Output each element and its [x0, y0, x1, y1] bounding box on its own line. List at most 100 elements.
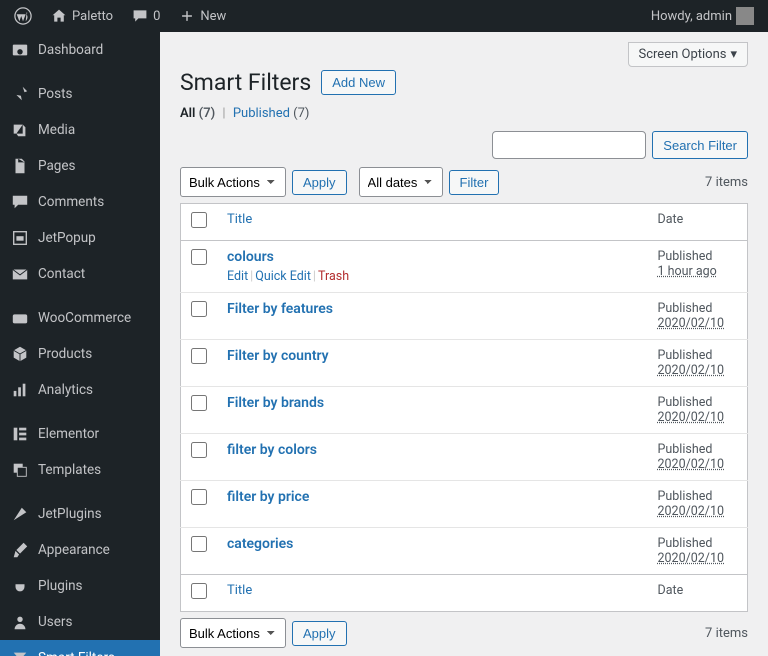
avatar — [736, 7, 754, 25]
sidebar-item-label: WooCommerce — [38, 310, 131, 326]
sidebar-item-appearance[interactable]: Appearance — [0, 532, 160, 568]
row-status: Published — [658, 348, 713, 363]
select-all-top[interactable] — [191, 212, 207, 228]
row-title[interactable]: Filter by features — [227, 301, 333, 317]
sidebar-item-templates[interactable]: Templates — [0, 452, 160, 488]
bulk-apply-button[interactable]: Apply — [292, 170, 347, 195]
sidebar-item-elementor[interactable]: Elementor — [0, 416, 160, 452]
admin-topbar: Paletto 0 New Howdy, admin — [0, 0, 768, 32]
sidebar-item-label: Smart Filters — [38, 650, 115, 656]
sidebar-item-label: Analytics — [38, 382, 93, 398]
sidebar-item-media[interactable]: Media — [0, 112, 160, 148]
sidebar-item-jetpopup[interactable]: JetPopup — [0, 220, 160, 256]
row-checkbox[interactable] — [191, 249, 207, 265]
search-button[interactable]: Search Filter — [652, 131, 748, 159]
admin-sidebar: Dashboard Posts MediaPages Comments JetPopup… — [0, 32, 160, 656]
row-date: 2020/02/10 — [658, 457, 725, 472]
sidebar-item-smart-filters[interactable]: Smart Filters — [0, 640, 160, 656]
filter-all[interactable]: All (7) — [180, 106, 215, 121]
row-title[interactable]: categories — [227, 536, 293, 552]
row-checkbox[interactable] — [191, 301, 207, 317]
sidebar-item-label: Comments — [38, 194, 104, 210]
sidebar-item-pages[interactable]: Pages — [0, 148, 160, 184]
brush-icon — [10, 540, 30, 560]
table-row: Filter by featuresPublished2020/02/10 — [181, 293, 748, 340]
row-checkbox[interactable] — [191, 489, 207, 505]
pages-icon — [10, 156, 30, 176]
search-input[interactable] — [492, 131, 646, 159]
new-link[interactable]: New — [172, 7, 232, 25]
row-status: Published — [658, 249, 713, 264]
sidebar-item-dashboard[interactable]: Dashboard — [0, 32, 160, 68]
filter-published[interactable]: Published (7) — [233, 106, 310, 121]
sidebar-item-label: Appearance — [38, 542, 110, 558]
filter-button[interactable]: Filter — [449, 170, 500, 195]
row-actions: Edit|Quick Edit|Trash — [227, 269, 638, 284]
sidebar-item-label: Products — [38, 346, 92, 362]
sidebar-item-label: Users — [38, 614, 72, 630]
sidebar-item-users[interactable]: Users — [0, 604, 160, 640]
media-icon — [10, 120, 30, 140]
sidebar-item-label: JetPlugins — [38, 506, 102, 522]
elementor-icon — [10, 424, 30, 444]
row-title[interactable]: filter by price — [227, 489, 309, 505]
main-content: Screen Options▾ Smart Filters Add New Al… — [160, 32, 768, 656]
status-filter: All (7) | Published (7) — [180, 106, 748, 121]
comment-icon — [131, 7, 149, 25]
new-label: New — [200, 9, 226, 24]
sidebar-item-comments[interactable]: Comments — [0, 184, 160, 220]
sidebar-item-contact[interactable]: Contact — [0, 256, 160, 292]
row-title[interactable]: colours — [227, 249, 274, 265]
chevron-down-icon: ▾ — [730, 47, 737, 62]
wp-logo[interactable] — [8, 7, 38, 25]
col-date-header[interactable]: Date — [648, 204, 748, 241]
howdy-user[interactable]: Howdy, admin — [645, 7, 760, 25]
row-checkbox[interactable] — [191, 348, 207, 364]
sidebar-item-label: Contact — [38, 266, 85, 282]
col-title-header[interactable]: Title — [217, 204, 648, 241]
select-all-bottom[interactable] — [191, 583, 207, 599]
row-checkbox[interactable] — [191, 395, 207, 411]
row-title[interactable]: filter by colors — [227, 442, 317, 458]
table-row: filter by pricePublished2020/02/10 — [181, 481, 748, 528]
sidebar-item-label: Elementor — [38, 426, 99, 442]
trash-link[interactable]: Trash — [318, 269, 349, 284]
comments-link[interactable]: 0 — [125, 7, 166, 25]
bulk-actions-select-bottom[interactable]: Bulk Actions — [180, 618, 286, 648]
bulk-actions-select[interactable]: Bulk Actions — [180, 167, 286, 197]
row-checkbox[interactable] — [191, 536, 207, 552]
sidebar-item-label: Posts — [38, 86, 72, 102]
sidebar-item-woocommerce[interactable]: WooCommerce — [0, 300, 160, 336]
items-count-bottom: 7 items — [705, 626, 748, 641]
col-title-footer[interactable]: Title — [217, 575, 648, 612]
quick-edit-link[interactable]: Quick Edit — [255, 269, 311, 284]
user-icon — [10, 612, 30, 632]
cube-icon — [10, 344, 30, 364]
plus-icon — [178, 7, 196, 25]
page-title: Smart Filters — [180, 69, 311, 96]
row-title[interactable]: Filter by brands — [227, 395, 324, 411]
sidebar-item-jetplugins[interactable]: JetPlugins — [0, 496, 160, 532]
row-date: 2020/02/10 — [658, 363, 725, 378]
add-new-button[interactable]: Add New — [321, 70, 396, 95]
woo-icon — [10, 308, 30, 328]
row-date: 2020/02/10 — [658, 504, 725, 519]
row-status: Published — [658, 301, 713, 316]
site-link[interactable]: Paletto — [44, 7, 119, 25]
plug-icon — [10, 576, 30, 596]
sidebar-item-analytics[interactable]: Analytics — [0, 372, 160, 408]
screen-options-toggle[interactable]: Screen Options▾ — [628, 42, 749, 67]
col-date-footer[interactable]: Date — [648, 575, 748, 612]
comments-count: 0 — [153, 9, 160, 24]
table-row: Filter by brandsPublished2020/02/10 — [181, 387, 748, 434]
sidebar-item-posts[interactable]: Posts — [0, 76, 160, 112]
layers-icon — [10, 460, 30, 480]
row-checkbox[interactable] — [191, 442, 207, 458]
sidebar-item-products[interactable]: Products — [0, 336, 160, 372]
sidebar-item-plugins[interactable]: Plugins — [0, 568, 160, 604]
date-filter-select[interactable]: All dates — [359, 167, 443, 197]
edit-link[interactable]: Edit — [227, 269, 248, 284]
row-title[interactable]: Filter by country — [227, 348, 329, 364]
table-row: Filter by country Published2020/02/10 — [181, 340, 748, 387]
bulk-apply-button-bottom[interactable]: Apply — [292, 621, 347, 646]
